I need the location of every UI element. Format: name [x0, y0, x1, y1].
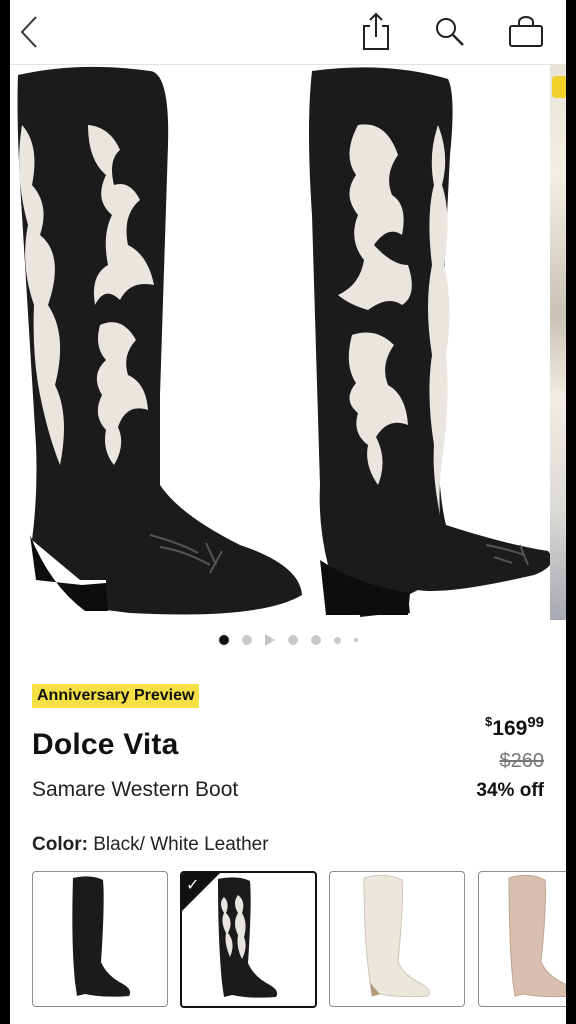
- pagination-dot-4[interactable]: [310, 635, 321, 645]
- price-currency: $: [485, 714, 493, 729]
- product-image-carousel[interactable]: [10, 65, 566, 625]
- carousel-pagination[interactable]: [10, 632, 566, 648]
- boot-image-right: [309, 67, 552, 617]
- share-button[interactable]: [356, 12, 396, 52]
- white-boot-thumbnail: [363, 874, 430, 998]
- pagination-dot-3[interactable]: [287, 635, 298, 645]
- next-image-peek[interactable]: [550, 65, 566, 620]
- color-selection-label: Color: Black/ White Leather: [32, 834, 269, 856]
- pagination-dot-2[interactable]: [241, 635, 252, 645]
- price-whole: 169: [492, 717, 528, 740]
- video-play-indicator-icon[interactable]: [264, 634, 275, 646]
- blush-boot-thumbnail: [508, 874, 566, 998]
- sale-price: $16999: [485, 714, 544, 741]
- top-navigation-bar: [10, 0, 566, 65]
- discount-label: 34% off: [476, 780, 544, 801]
- boot-image-left: [17, 66, 302, 615]
- black-boot-thumbnail: [72, 876, 131, 997]
- back-button[interactable]: [10, 12, 50, 52]
- color-value: Black/ White Leather: [93, 834, 269, 855]
- product-title: Samare Western Boot: [32, 778, 239, 801]
- price-cents: 99: [527, 714, 544, 731]
- shopping-bag-icon: [509, 16, 543, 47]
- next-image-badge: [552, 76, 566, 98]
- pagination-dot-1[interactable]: [218, 635, 229, 645]
- brand-name[interactable]: Dolce Vita: [32, 728, 179, 762]
- original-price: $260: [499, 750, 545, 772]
- product-detail-screen: Anniversary Preview Dolce Vita Samare We…: [10, 0, 566, 1024]
- anniversary-badge: Anniversary Preview: [32, 684, 200, 708]
- color-label: Color:: [32, 834, 88, 855]
- color-swatch-white[interactable]: [329, 871, 465, 1007]
- color-swatches: ✓: [32, 871, 566, 1008]
- pagination-dot-6[interactable]: [353, 638, 358, 642]
- color-swatch-black[interactable]: [32, 871, 168, 1007]
- pagination-dot-5[interactable]: [333, 636, 341, 644]
- color-swatch-blush[interactable]: [478, 871, 566, 1007]
- search-button[interactable]: [430, 12, 470, 52]
- checkmark-icon: ✓: [186, 875, 200, 894]
- search-icon: [436, 18, 464, 46]
- color-swatch-black-white[interactable]: ✓: [180, 871, 317, 1008]
- share-icon: [363, 12, 389, 50]
- bag-button[interactable]: [506, 12, 546, 52]
- chevron-left-icon: [20, 16, 37, 48]
